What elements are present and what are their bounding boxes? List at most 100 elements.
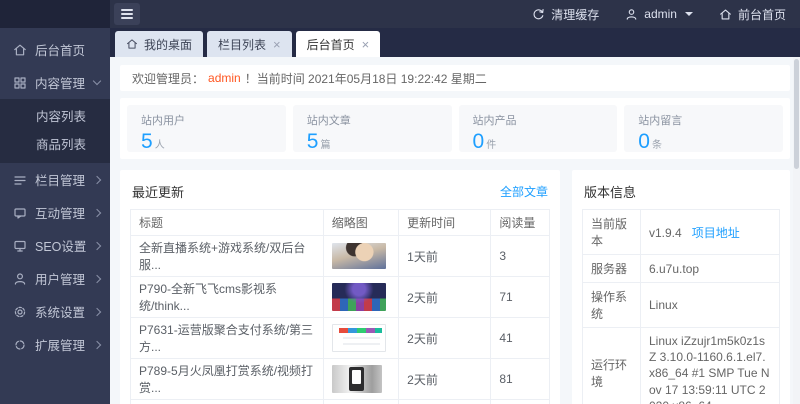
all-articles-link[interactable]: 全部文章 — [500, 183, 548, 200]
sidebar-submenu: 内容列表 商品列表 — [0, 99, 110, 163]
table-row[interactable]: P767A-JD京东三网话费直充系统/移... 2天前 188 — [131, 400, 550, 404]
close-icon[interactable]: × — [362, 38, 370, 51]
tab-label: 我的桌面 — [144, 36, 192, 53]
vertical-scrollbar[interactable] — [793, 57, 800, 404]
sidebar: 后台首页 内容管理 内容列表 商品列表 栏目管理 — [0, 28, 110, 404]
tab-column-list[interactable]: 栏目列表 × — [207, 31, 292, 57]
clear-cache-button[interactable]: 清理缓存 — [532, 6, 599, 23]
stat-card-articles: 站内文章 5篇 — [293, 105, 452, 152]
version-row: 运行环境 Linux iZzujr1m5k0z1sZ 3.10.0-1160.6… — [583, 328, 780, 404]
version-row: 服务器 6.u7u.top — [583, 255, 780, 283]
chat-icon — [13, 206, 27, 220]
chevron-right-icon — [93, 208, 101, 216]
column-header-updated: 更新时间 — [399, 210, 491, 236]
article-views: 3 — [491, 236, 550, 277]
sidebar-item-user-mgmt[interactable]: 用户管理 — [0, 262, 110, 295]
chevron-right-icon — [93, 241, 101, 249]
grid-icon — [13, 76, 27, 90]
top-bar-main: 清理缓存 admin — [110, 0, 800, 28]
tab-label: 栏目列表 — [218, 36, 266, 53]
admin-dashboard: 清理缓存 admin — [0, 0, 800, 404]
top-bar: 清理缓存 admin — [0, 0, 800, 28]
front-home-link[interactable]: 前台首页 — [719, 6, 786, 23]
stat-unit: 条 — [652, 140, 662, 151]
table-row[interactable]: 全新直播系统+游戏系统/双后台服... 1天前 3 — [131, 236, 550, 277]
article-title[interactable]: P7631-运营版聚合支付系统/第三方... — [131, 318, 324, 359]
stats-row: 站内用户 5人 站内文章 5篇 站内产品 0件 站内留言 0条 — [120, 98, 790, 159]
article-updated: 2天前 — [399, 277, 491, 318]
stat-value: 5 — [141, 130, 153, 153]
main-content: 欢迎管理员： admin ！当前时间 2021年05月18日 19:22:42 … — [110, 57, 800, 404]
sidebar-item-content-mgmt[interactable]: 内容管理 — [0, 66, 110, 99]
sidebar-item-label: 系统设置 — [35, 302, 94, 321]
article-views: 188 — [491, 400, 550, 404]
recent-updates-table: 标题 缩略图 更新时间 阅读量 全新直播系统+游戏系统/双后台服... 1天前 … — [130, 209, 550, 404]
article-thumbnail — [332, 243, 386, 269]
sidebar-item-label: 内容管理 — [35, 73, 94, 92]
column-header-thumbnail: 缩略图 — [323, 210, 398, 236]
username: admin — [644, 7, 677, 21]
table-header-row: 标题 缩略图 更新时间 阅读量 — [131, 210, 550, 236]
sidebar-item-label: 扩展管理 — [35, 335, 94, 354]
article-updated: 1天前 — [399, 236, 491, 277]
article-title[interactable]: P790-全新飞飞cms影视系统/think... — [131, 277, 324, 318]
sidebar-item-label: SEO设置 — [35, 236, 94, 255]
sidebar-item-content-list[interactable]: 内容列表 — [0, 101, 110, 129]
version-value: Linux iZzujr1m5k0z1sZ 3.10.0-1160.6.1.el… — [641, 328, 780, 404]
stat-unit: 件 — [486, 140, 496, 151]
sidebar-item-interaction-mgmt[interactable]: 互动管理 — [0, 196, 110, 229]
article-thumbnail — [332, 324, 386, 352]
article-title[interactable]: P767A-JD京东三网话费直充系统/移... — [131, 400, 324, 404]
chevron-right-icon — [93, 175, 101, 183]
sidebar-item-label: 后台首页 — [35, 40, 100, 59]
sidebar-item-extension-mgmt[interactable]: 扩展管理 — [0, 328, 110, 361]
scrollbar-thumb[interactable] — [794, 59, 799, 169]
article-updated: 2天前 — [399, 359, 491, 400]
article-title[interactable]: 全新直播系统+游戏系统/双后台服... — [131, 236, 324, 277]
gear-icon — [13, 305, 27, 319]
sidebar-item-label: 栏目管理 — [35, 170, 94, 189]
sidebar-item-admin-home[interactable]: 后台首页 — [0, 33, 110, 66]
tab-admin-home[interactable]: 后台首页 × — [296, 31, 381, 57]
welcome-datetime: ！当前时间 2021年05月18日 19:22:42 星期二 — [245, 70, 487, 87]
chevron-down-icon — [93, 77, 101, 85]
sidebar-item-system-settings[interactable]: 系统设置 — [0, 295, 110, 328]
sidebar-subitem-label: 商品列表 — [36, 134, 86, 153]
chevron-right-icon — [93, 274, 101, 282]
front-home-label: 前台首页 — [738, 6, 786, 23]
table-row[interactable]: P789-5月火凤凰打赏系统/视频打赏... 2天前 81 — [131, 359, 550, 400]
user-menu[interactable]: admin — [625, 7, 693, 21]
refresh-icon — [532, 8, 545, 21]
clear-cache-label: 清理缓存 — [551, 6, 599, 23]
project-url-link[interactable]: 项目地址 — [692, 226, 740, 240]
article-updated: 2天前 — [399, 400, 491, 404]
user-icon — [13, 272, 27, 286]
sidebar-item-seo-settings[interactable]: SEO设置 — [0, 229, 110, 262]
stat-label: 站内文章 — [307, 112, 438, 128]
tab-my-desktop[interactable]: 我的桌面 — [115, 31, 203, 57]
version-label: 服务器 — [583, 255, 641, 283]
table-row[interactable]: P790-全新飞飞cms影视系统/think... 2天前 71 — [131, 277, 550, 318]
circle-icon — [13, 338, 27, 352]
tab-label: 后台首页 — [307, 36, 355, 53]
stat-card-products: 站内产品 0件 — [459, 105, 618, 152]
version-value: Linux — [641, 283, 780, 328]
article-title[interactable]: P789-5月火凤凰打赏系统/视频打赏... — [131, 359, 324, 400]
stat-value: 5 — [307, 130, 319, 153]
sidebar-item-product-list[interactable]: 商品列表 — [0, 129, 110, 157]
sidebar-subitem-label: 内容列表 — [36, 106, 86, 125]
recent-updates-title: 最近更新 — [132, 182, 184, 201]
stat-unit: 篇 — [320, 140, 330, 151]
close-icon[interactable]: × — [273, 38, 281, 51]
version-label: 运行环境 — [583, 328, 641, 404]
tab-bar: 我的桌面 栏目列表 × 后台首页 × — [110, 28, 800, 57]
stat-card-users: 站内用户 5人 — [127, 105, 286, 152]
table-row[interactable]: P7631-运营版聚合支付系统/第三方... 2天前 41 — [131, 318, 550, 359]
sidebar-item-column-mgmt[interactable]: 栏目管理 — [0, 163, 110, 196]
sidebar-toggle-button[interactable] — [114, 3, 140, 25]
article-views: 41 — [491, 318, 550, 359]
version-label: 当前版本 — [583, 210, 641, 255]
sidebar-item-label: 用户管理 — [35, 269, 94, 288]
home-icon — [13, 43, 27, 57]
list-icon — [13, 173, 27, 187]
